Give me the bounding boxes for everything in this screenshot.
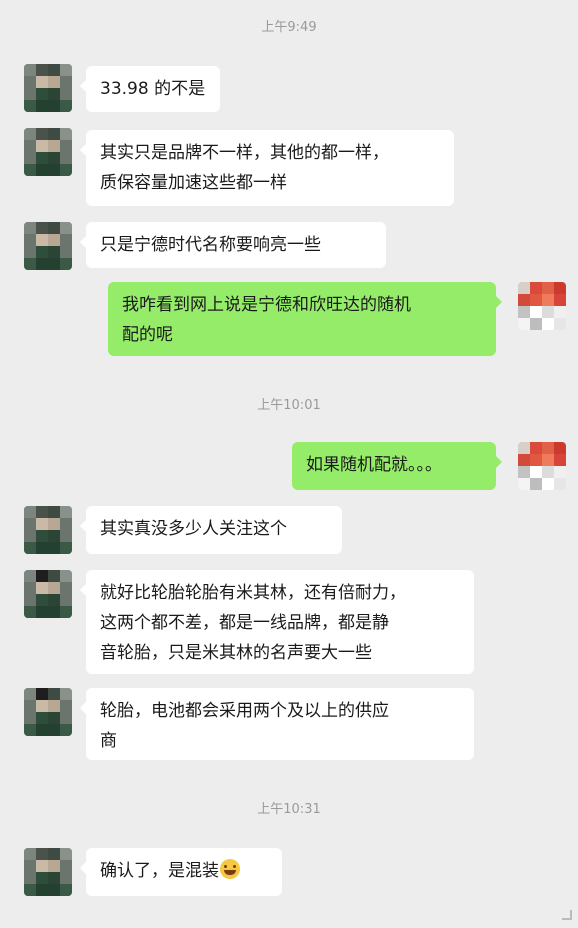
contact-avatar[interactable] [24,64,72,112]
message-bubble[interactable]: 轮胎，电池都会采用两个及以上的供应 商 [80,688,474,760]
laughing-emoji-icon [220,859,240,879]
message-bubble[interactable]: 如果随机配就。。。 [292,442,502,490]
timestamp: 上午10:31 [257,802,321,817]
contact-avatar[interactable] [24,848,72,896]
contact-avatar[interactable] [24,506,72,554]
my-avatar[interactable] [518,282,566,330]
message-bubble[interactable]: 我咋看到网上说是宁德和欣旺达的随机 配的呢 [108,282,502,356]
contact-avatar[interactable] [24,688,72,736]
message-bubble[interactable]: 确认了，是混装 [80,848,282,896]
message-bubble[interactable]: 只是宁德时代名称要响亮一些 [80,222,386,268]
timestamp: 上午10:01 [257,398,321,413]
message-bubble[interactable]: 就好比轮胎轮胎有米其林，还有倍耐力， 这两个都不差，都是一线品牌，都是静 音轮胎… [80,570,474,674]
message-bubble[interactable]: 其实真没多少人关注这个 [80,506,342,554]
timestamp: 上午9:49 [261,20,317,35]
contact-avatar[interactable] [24,222,72,270]
resize-corner-icon [562,910,572,920]
message-bubble[interactable]: 33.98 的不是 [80,66,220,112]
message-text: 确认了，是混装 [100,861,219,881]
contact-avatar[interactable] [24,128,72,176]
my-avatar[interactable] [518,442,566,490]
message-bubble[interactable]: 其实只是品牌不一样，其他的都一样， 质保容量加速这些都一样 [80,130,454,206]
contact-avatar[interactable] [24,570,72,618]
chat-window: 上午9:49 33.98 的不是 其实只是品牌不一样，其他的都一样， 质保容量加… [0,0,578,928]
